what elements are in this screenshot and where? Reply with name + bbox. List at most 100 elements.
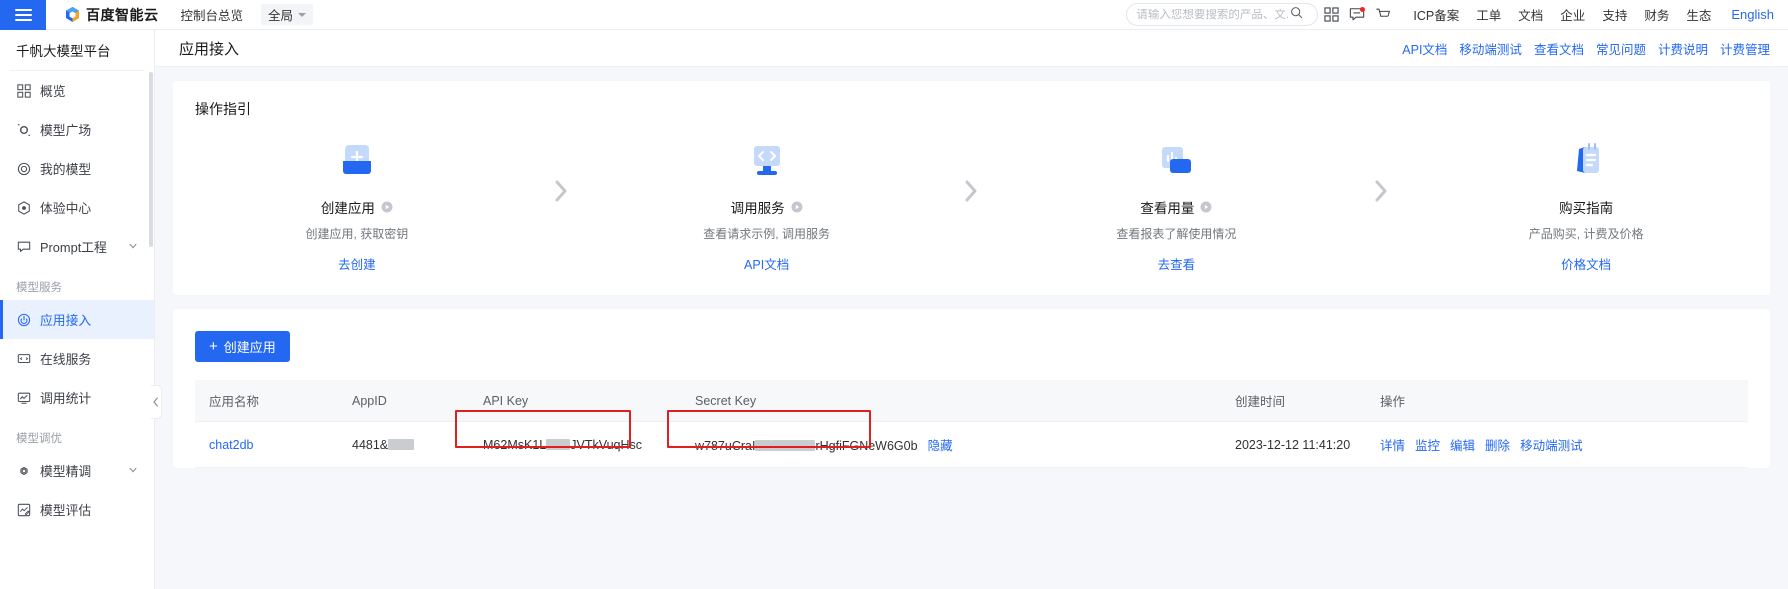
column-appid: AppID <box>338 380 469 422</box>
page-link-view-doc[interactable]: 查看文档 <box>1534 39 1584 58</box>
scope-select[interactable]: 全局 <box>261 4 314 25</box>
chart-icon <box>16 390 31 405</box>
sidebar-item-app-access[interactable]: 应用接入 <box>0 300 154 339</box>
operation-guide-title: 操作指引 <box>195 101 251 117</box>
api-key-mask <box>546 438 571 450</box>
guide-step-desc: 查看请求示例, 调用服务 <box>703 227 830 241</box>
page-link-api-doc[interactable]: API文档 <box>1402 39 1447 58</box>
chevron-down-icon[interactable] <box>128 463 138 478</box>
guide-step-create-app[interactable]: 创建应用 创建应用, 获取密钥 去创建 <box>173 125 541 273</box>
guide-step-label: 购买指南 <box>1559 201 1614 216</box>
op-edit[interactable]: 编辑 <box>1450 435 1475 454</box>
create-app-label: 创建应用 <box>223 340 276 355</box>
secret-key-prefix: w787uCraI <box>695 439 756 453</box>
chevron-down-icon[interactable] <box>128 239 138 254</box>
guide-step-link-create[interactable]: 去创建 <box>338 254 376 273</box>
table-header-row: 应用名称 AppID API Key Secret Key 创建时间 操作 <box>195 380 1748 422</box>
secret-key-mask-1 <box>755 440 772 451</box>
message-icon[interactable] <box>1344 0 1370 30</box>
play-icon[interactable] <box>381 201 393 213</box>
sidebar-item-call-statistics[interactable]: 调用统计 <box>0 378 154 417</box>
page-link-billing-desc[interactable]: 计费说明 <box>1658 39 1708 58</box>
topnav-item-ticket[interactable]: 工单 <box>1476 5 1501 24</box>
guide-step-purchase-guide[interactable]: 购买指南 产品购买, 计费及价格 价格文档 <box>1402 125 1770 273</box>
create-app-button[interactable]: + 创建应用 <box>195 331 290 362</box>
sidebar: 千帆大模型平台 概览 模型广场 我的模型 体验中心 Prompt工程 模型服务 … <box>0 30 155 589</box>
sidebar-item-online-service[interactable]: 在线服务 <box>0 339 154 378</box>
sidebar-item-model-finetune[interactable]: 模型精调 <box>0 451 154 490</box>
guide-step-link-view[interactable]: 去查看 <box>1158 254 1196 273</box>
table-body: chat2db 4481& M62MsK1L JVTkVuqHsc w787uCr… <box>195 410 1748 468</box>
op-detail[interactable]: 详情 <box>1380 435 1405 454</box>
topnav-item-support[interactable]: 支持 <box>1602 5 1627 24</box>
sidebar-item-label: 模型评估 <box>40 503 92 518</box>
column-created-at: 创建时间 <box>1221 380 1366 422</box>
sidebar-item-model-market[interactable]: 模型广场 <box>0 110 154 149</box>
sidebar-item-prompt-engineering[interactable]: Prompt工程 <box>0 227 154 266</box>
hide-secret-link[interactable]: 隐藏 <box>928 439 953 453</box>
grid-icon <box>16 83 31 98</box>
page-link-faq[interactable]: 常见问题 <box>1596 39 1646 58</box>
language-switch[interactable]: English <box>1731 7 1774 22</box>
target-icon <box>16 161 31 176</box>
top-bar-right: ICP备案 工单 文档 企业 支持 财务 生态 English <box>1126 0 1788 30</box>
op-delete[interactable]: 删除 <box>1485 435 1510 454</box>
sidebar-scrollbar[interactable] <box>149 72 153 247</box>
topnav-item-enterprise[interactable]: 企业 <box>1560 5 1585 24</box>
topnav-item-docs[interactable]: 文档 <box>1518 5 1543 24</box>
sidebar-item-label: Prompt工程 <box>40 240 107 255</box>
sidebar-title: 千帆大模型平台 <box>16 44 111 59</box>
sidebar-item-model-evaluation[interactable]: 模型评估 <box>0 490 154 529</box>
topnav-item-icp[interactable]: ICP备案 <box>1413 5 1459 24</box>
secret-key-mask-2 <box>771 440 816 451</box>
page-link-billing-manage[interactable]: 计费管理 <box>1720 39 1770 58</box>
sidebar-collapse-button[interactable] <box>151 385 162 419</box>
applications-card: + 创建应用 应用名称 AppID API Key Secret Key 创建时… <box>173 309 1770 468</box>
main-content: 应用接入 API文档 移动端测试 查看文档 常见问题 计费说明 计费管理 操作指… <box>155 30 1788 589</box>
global-search[interactable] <box>1126 3 1319 26</box>
brand-logo-link[interactable]: 百度智能云 <box>64 5 159 25</box>
hamburger-icon[interactable] <box>0 0 46 30</box>
guide-step-name: 购买指南 <box>1559 197 1613 217</box>
guide-step-view-usage[interactable]: 查看用量 查看报表了解使用情况 去查看 <box>993 125 1361 273</box>
guide-step-call-service[interactable]: 调用服务 查看请求示例, 调用服务 API文档 <box>583 125 951 273</box>
page-link-mobile-test[interactable]: 移动端测试 <box>1459 39 1522 58</box>
page-header-links: API文档 移动端测试 查看文档 常见问题 计费说明 计费管理 <box>1402 39 1770 58</box>
play-icon[interactable] <box>1200 201 1212 213</box>
sidebar-item-label: 调用统计 <box>40 391 92 406</box>
sidebar-item-my-models[interactable]: 我的模型 <box>0 149 154 188</box>
cell-appid: 4481& <box>338 421 469 468</box>
column-operations: 操作 <box>1366 380 1748 422</box>
guide-step-link-api-doc[interactable]: API文档 <box>744 254 789 273</box>
cell-secret-key: w787uCraI rHgfiFGNeW6G0b 隐藏 <box>667 410 1221 468</box>
sidebar-item-label: 我的模型 <box>40 162 92 177</box>
api-key-suffix: JVTkVuqHsc <box>570 437 643 452</box>
brand-name: 百度智能云 <box>86 6 159 23</box>
grid-apps-icon[interactable] <box>1318 0 1344 30</box>
console-overview-link[interactable]: 控制台总览 <box>181 5 244 24</box>
chevron-down-icon <box>298 12 307 17</box>
guide-step-label: 调用服务 <box>730 201 785 216</box>
app-name-link[interactable]: chat2db <box>209 438 253 452</box>
search-icon[interactable] <box>1290 6 1303 24</box>
chevron-right-icon <box>951 125 993 203</box>
guide-step-link-price-doc[interactable]: 价格文档 <box>1561 254 1611 273</box>
chevron-right-icon <box>541 125 583 203</box>
sidebar-item-overview[interactable]: 概览 <box>0 71 154 110</box>
topnav-item-ecosystem[interactable]: 生态 <box>1686 5 1711 24</box>
op-monitor[interactable]: 监控 <box>1415 435 1440 454</box>
cart-icon[interactable] <box>1370 0 1396 30</box>
op-mobile-test[interactable]: 移动端测试 <box>1520 435 1583 454</box>
sidebar-item-experience-center[interactable]: 体验中心 <box>0 188 154 227</box>
play-icon[interactable] <box>791 201 803 213</box>
applications-table: 应用名称 AppID API Key Secret Key 创建时间 操作 ch… <box>195 380 1748 468</box>
edit-chart-icon <box>16 502 31 517</box>
scope-value: 全局 <box>268 9 294 23</box>
search-input[interactable] <box>1136 8 1291 21</box>
api-key-prefix: M62MsK1L <box>483 437 547 452</box>
sidebar-item-label: 模型精调 <box>40 464 92 479</box>
hexagon-icon <box>16 200 31 215</box>
appid-value: 4481& <box>352 437 389 452</box>
guide-step-label: 查看用量 <box>1140 201 1195 216</box>
topnav-item-finance[interactable]: 财务 <box>1644 5 1669 24</box>
